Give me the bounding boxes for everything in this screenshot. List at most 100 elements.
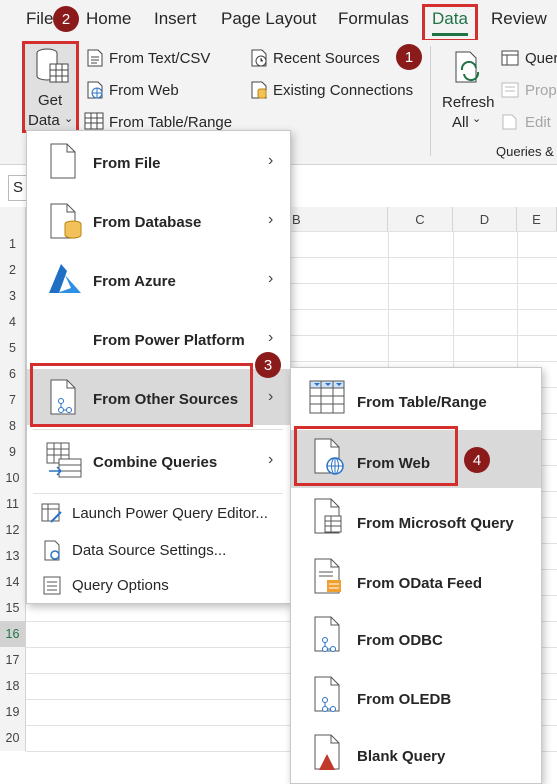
row-header[interactable]: 4: [0, 309, 26, 335]
power-query-editor-icon: [41, 503, 62, 523]
tab-page-layout[interactable]: Page Layout: [221, 9, 316, 29]
data-source-settings-icon: [44, 540, 60, 561]
tab-review[interactable]: Review: [491, 9, 547, 29]
menu-divider: [33, 493, 283, 494]
odbc-icon: [314, 616, 340, 652]
submenu-item-blank-query[interactable]: Blank Query: [291, 724, 541, 783]
queries-icon: [501, 50, 519, 66]
chevron-right-icon: ›: [268, 451, 274, 468]
submenu-item-from-table-range[interactable]: From Table/Range: [291, 368, 541, 428]
step-badge-4: 4: [464, 447, 490, 473]
column-header-e[interactable]: E: [517, 207, 557, 231]
queries-connections-button[interactable]: Quer: [525, 50, 557, 67]
refresh-all-button[interactable]: Refresh All ⌄: [438, 46, 495, 134]
menu-label: Combine Queries: [93, 454, 218, 471]
get-data-highlight: [22, 41, 79, 133]
step-badge-3: 3: [255, 352, 281, 378]
row-header[interactable]: 15: [0, 595, 26, 621]
submenu-item-from-microsoft-query[interactable]: From Microsoft Query: [291, 488, 541, 548]
row-header[interactable]: 6: [0, 361, 26, 387]
menu-item-query-options[interactable]: Query Options: [27, 569, 290, 603]
row-header[interactable]: 10: [0, 465, 26, 491]
recent-sources-icon: [251, 49, 267, 67]
row-header[interactable]: 19: [0, 699, 26, 725]
menu-label: From Power Platform: [93, 332, 245, 349]
recent-sources-button[interactable]: Recent Sources: [273, 50, 380, 67]
menu-divider: [33, 429, 283, 430]
menu-item-from-power-platform[interactable]: From Power Platform ›: [27, 311, 290, 369]
from-table-range-ribbon-button[interactable]: From Table/Range: [109, 114, 232, 131]
table-range-icon: [309, 380, 345, 414]
submenu-label: From Table/Range: [357, 394, 487, 411]
ribbon-separator: [430, 46, 431, 156]
menu-label: Query Options: [72, 577, 169, 594]
row-header[interactable]: 9: [0, 439, 26, 465]
menu-label: From File: [93, 155, 161, 172]
column-header-d[interactable]: D: [453, 207, 517, 231]
name-box[interactable]: S: [8, 175, 28, 201]
from-web-ribbon-button[interactable]: From Web: [109, 82, 179, 99]
row-header[interactable]: 7: [0, 387, 26, 413]
row-header[interactable]: 17: [0, 647, 26, 673]
submenu-item-from-odbc[interactable]: From ODBC: [291, 606, 541, 666]
tab-file[interactable]: File: [26, 9, 53, 29]
menu-item-from-database[interactable]: From Database ›: [27, 193, 290, 251]
menu-label: Launch Power Query Editor...: [72, 505, 268, 522]
existing-connections-button[interactable]: Existing Connections: [273, 82, 413, 99]
submenu-label: From ODBC: [357, 632, 443, 649]
row-header[interactable]: 8: [0, 413, 26, 439]
submenu-label: From OData Feed: [357, 575, 483, 592]
refresh-label: Refresh: [442, 94, 495, 111]
chevron-right-icon: ›: [268, 270, 274, 287]
chevron-right-icon: ›: [268, 388, 274, 405]
submenu-label: Blank Query: [357, 748, 446, 765]
existing-connections-icon: [251, 81, 267, 99]
refresh-all-label: All: [452, 114, 469, 131]
menu-item-data-source-settings[interactable]: Data Source Settings...: [27, 533, 290, 569]
row-header[interactable]: 20: [0, 725, 26, 751]
menu-item-from-file[interactable]: From File ›: [27, 131, 290, 193]
row-header[interactable]: 12: [0, 517, 26, 543]
select-all-corner[interactable]: [0, 207, 26, 231]
from-text-csv-button[interactable]: From Text/CSV: [109, 50, 210, 67]
row-header[interactable]: 16: [0, 621, 26, 647]
menu-item-launch-power-query[interactable]: Launch Power Query Editor...: [27, 495, 290, 533]
row-header[interactable]: 13: [0, 543, 26, 569]
text-file-icon: [87, 49, 103, 67]
edit-links-button[interactable]: Edit: [525, 114, 551, 131]
menu-label: From Azure: [93, 273, 176, 290]
tab-home[interactable]: Home: [86, 9, 131, 29]
blank-query-icon: [314, 734, 340, 770]
microsoft-query-icon: [314, 498, 342, 534]
row-header[interactable]: 1: [0, 231, 26, 257]
query-options-icon: [43, 576, 61, 595]
tab-insert[interactable]: Insert: [154, 9, 197, 29]
step-badge-2: 2: [53, 6, 79, 32]
submenu-item-from-odata-feed[interactable]: From OData Feed: [291, 548, 541, 606]
oledb-icon: [314, 676, 340, 712]
tab-formulas[interactable]: Formulas: [338, 9, 409, 29]
database-icon: [50, 203, 82, 239]
properties-button[interactable]: Prop: [525, 82, 557, 99]
step-badge-1: 1: [396, 44, 422, 70]
column-header-b[interactable]: B: [290, 207, 388, 231]
submenu-label: From OLEDB: [357, 691, 452, 708]
menu-item-combine-queries[interactable]: Combine Queries ›: [27, 431, 290, 493]
row-header[interactable]: 11: [0, 491, 26, 517]
file-icon: [50, 143, 76, 179]
combine-queries-icon: [46, 442, 82, 478]
row-header[interactable]: 2: [0, 257, 26, 283]
odata-feed-icon: [314, 558, 341, 594]
row-header[interactable]: 18: [0, 673, 26, 699]
azure-icon: [49, 264, 81, 293]
refresh-icon: [455, 51, 480, 83]
menu-item-from-azure[interactable]: From Azure ›: [27, 251, 290, 311]
column-header-c[interactable]: C: [388, 207, 453, 231]
submenu-label: From Microsoft Query: [357, 515, 514, 532]
table-icon: [84, 112, 104, 130]
web-file-icon: [87, 81, 103, 99]
row-header[interactable]: 5: [0, 335, 26, 361]
row-header[interactable]: 14: [0, 569, 26, 595]
row-header[interactable]: 3: [0, 283, 26, 309]
submenu-item-from-oledb[interactable]: From OLEDB: [291, 666, 541, 724]
